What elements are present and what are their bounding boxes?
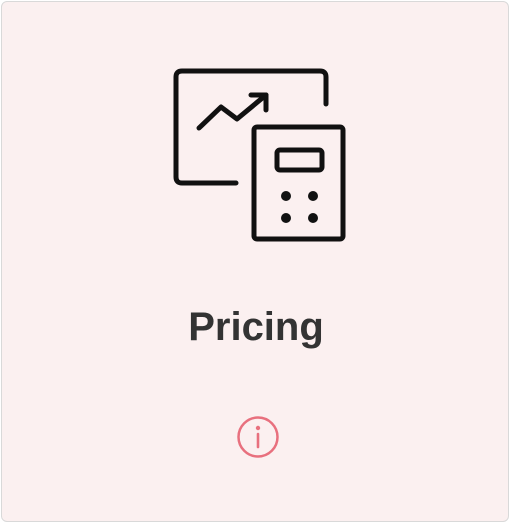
card-title: Pricing bbox=[188, 305, 324, 349]
pricing-card[interactable]: Pricing bbox=[1, 1, 509, 522]
pricing-chart-calculator-icon bbox=[173, 68, 346, 242]
info-icon[interactable] bbox=[236, 415, 280, 459]
